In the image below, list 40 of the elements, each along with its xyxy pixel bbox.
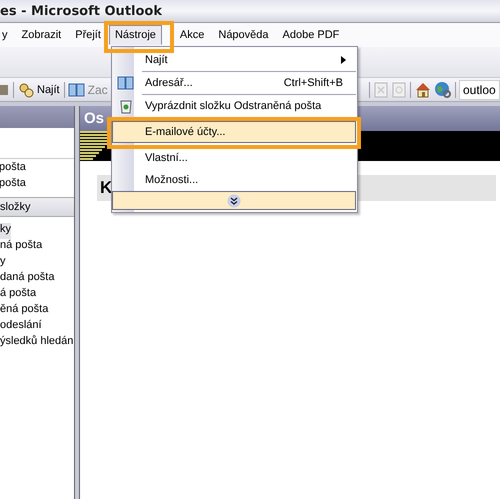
- menu-option[interactable]: E-mailové účty...: [112, 121, 356, 143]
- home-icon[interactable]: [414, 80, 432, 98]
- menu-option[interactable]: Najít: [112, 49, 356, 71]
- folder-item[interactable]: ná pošta: [0, 239, 42, 255]
- content-title: Os: [84, 110, 104, 127]
- menu-item[interactable]: Nástroje: [108, 25, 162, 45]
- folder-item[interactable]: odeslání: [0, 319, 42, 335]
- menu-item[interactable]: Adobe PDF: [276, 25, 346, 45]
- find-button[interactable]: Najít: [17, 82, 61, 98]
- folder-item[interactable]: ky: [0, 223, 11, 239]
- menu-item[interactable]: Přejít: [69, 25, 107, 45]
- address-field[interactable]: outloo: [459, 80, 500, 100]
- shortcut-text: Ctrl+Shift+B: [284, 77, 344, 89]
- menu-item[interactable]: Zobrazit: [16, 25, 68, 45]
- expand-menu-button[interactable]: [112, 191, 356, 210]
- menu-item[interactable]: Akce: [174, 25, 210, 45]
- folder-item[interactable]: daná pošta: [0, 271, 54, 287]
- book-icon[interactable]: [68, 82, 86, 98]
- address-book-text: Zac: [88, 82, 108, 96]
- folder-item[interactable]: ýsledků hledán: [0, 335, 74, 351]
- submenu-arrow-icon: [341, 56, 347, 64]
- favorite-folder[interactable]: pošta: [0, 161, 74, 177]
- menu-option[interactable]: Možnosti...: [112, 169, 356, 191]
- window-title: es - Microsoft Outlook: [0, 4, 162, 18]
- folder-item[interactable]: ěná pošta: [0, 303, 48, 319]
- menu-item[interactable]: y: [0, 25, 14, 45]
- menu-option[interactable]: Vlastní...: [112, 147, 356, 169]
- favorite-folder[interactable]: pošta: [0, 177, 74, 193]
- folder-item[interactable]: y: [0, 255, 6, 271]
- book-icon: [117, 75, 135, 91]
- menu-item[interactable]: Nápověda: [212, 25, 275, 45]
- section-title: složky: [0, 201, 31, 213]
- menu-option[interactable]: Adresář... Ctrl+Shift+B: [112, 72, 356, 94]
- chevron-down-icon: [227, 194, 241, 208]
- heading: K: [100, 178, 112, 198]
- highlight-frame: [104, 21, 174, 53]
- menu-option[interactable]: Vyprázdnit složku Odstraněná pošta: [112, 95, 356, 117]
- globe-search-icon[interactable]: [434, 80, 452, 98]
- folder-item[interactable]: á pošta: [0, 287, 36, 303]
- trash-icon: [119, 98, 133, 114]
